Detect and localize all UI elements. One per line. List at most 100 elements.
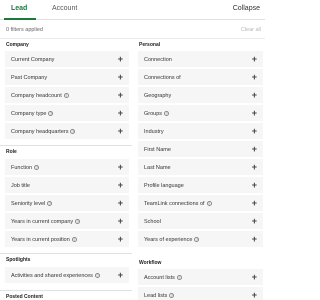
info-icon: ? xyxy=(70,129,76,134)
plus-icon[interactable]: + xyxy=(252,90,257,100)
filter-connection[interactable]: Connection + xyxy=(137,50,264,68)
filter-label: Lead lists? xyxy=(144,293,175,299)
plus-icon[interactable]: + xyxy=(252,272,257,282)
collapse-button[interactable]: Collapse xyxy=(233,5,260,12)
plus-icon[interactable]: + xyxy=(118,108,123,118)
info-icon: ? xyxy=(169,293,175,298)
filter-connections-of[interactable]: Connections of + xyxy=(137,68,264,86)
plus-icon[interactable]: + xyxy=(118,180,123,190)
filter-profile-language[interactable]: Profile language + xyxy=(137,176,264,194)
section-title-role: Role xyxy=(6,149,17,155)
info-icon: ? xyxy=(194,237,200,242)
filter-company-type[interactable]: Company type? + xyxy=(4,104,130,122)
info-icon: ? xyxy=(176,275,182,280)
filter-years-in-current-company[interactable]: Years in current company? + xyxy=(4,212,130,230)
filter-label: Account lists? xyxy=(144,275,182,281)
info-icon: ? xyxy=(47,201,53,206)
filter-years-of-experience[interactable]: Years of experience? + xyxy=(137,230,264,248)
filters-bar: 0 filters applied Clear all xyxy=(0,20,265,39)
filter-school[interactable]: School + xyxy=(137,212,264,230)
filter-label: Connections of xyxy=(144,75,181,81)
info-icon: ? xyxy=(48,111,54,116)
filter-label: TeamLink connections of? xyxy=(144,201,212,207)
section-divider xyxy=(0,145,132,146)
plus-icon[interactable]: + xyxy=(252,234,257,244)
filter-label: Function? xyxy=(11,165,40,171)
section-title-workflow: Workflow xyxy=(139,260,162,266)
filter-label: Last Name xyxy=(144,165,171,171)
plus-icon[interactable]: + xyxy=(252,290,257,300)
filter-label: School xyxy=(144,219,161,225)
plus-icon[interactable]: + xyxy=(118,270,123,280)
filter-seniority-level[interactable]: Seniority level? + xyxy=(4,194,130,212)
plus-icon[interactable]: + xyxy=(252,144,257,154)
filter-geography[interactable]: Geography + xyxy=(137,86,264,104)
filter-label: Company headcount? xyxy=(11,93,69,99)
plus-icon[interactable]: + xyxy=(252,108,257,118)
plus-icon[interactable]: + xyxy=(118,234,123,244)
tab-bar: Lead Account Collapse xyxy=(0,0,265,20)
plus-icon[interactable]: + xyxy=(118,54,123,64)
info-icon: ? xyxy=(206,201,212,206)
section-divider xyxy=(0,253,132,254)
filter-label: Years of experience? xyxy=(144,237,200,243)
plus-icon[interactable]: + xyxy=(118,162,123,172)
filter-label: Profile language xyxy=(144,183,184,189)
filters-applied-count: 0 filters applied xyxy=(6,27,43,33)
info-icon: ? xyxy=(94,273,100,278)
filter-lead-lists[interactable]: Lead lists? + xyxy=(137,286,264,300)
filter-label: Geography xyxy=(144,93,172,99)
filter-label: Current Company xyxy=(11,57,55,63)
filter-current-company[interactable]: Current Company + xyxy=(4,50,130,68)
filter-label: Seniority level? xyxy=(11,201,53,207)
filter-company-headquarters[interactable]: Company headquarters? + xyxy=(4,122,130,140)
clear-all-button[interactable]: Clear all xyxy=(241,27,261,33)
filter-job-title[interactable]: Job title + xyxy=(4,176,130,194)
plus-icon[interactable]: + xyxy=(118,216,123,226)
filter-groups[interactable]: Groups? + xyxy=(137,104,264,122)
plus-icon[interactable]: + xyxy=(252,180,257,190)
filter-industry[interactable]: Industry + xyxy=(137,122,264,140)
plus-icon[interactable]: + xyxy=(252,72,257,82)
filter-label: First Name xyxy=(144,147,171,153)
plus-icon[interactable]: + xyxy=(252,216,257,226)
plus-icon[interactable]: + xyxy=(118,198,123,208)
filter-label: Job title xyxy=(11,183,30,189)
section-title-personal: Personal xyxy=(139,42,161,48)
plus-icon[interactable]: + xyxy=(252,126,257,136)
filter-past-company[interactable]: Past Company + xyxy=(4,68,130,86)
tab-account[interactable]: Account xyxy=(52,5,77,12)
filter-activities-shared-experiences[interactable]: Activities and shared experiences? + xyxy=(4,266,130,284)
tab-lead[interactable]: Lead xyxy=(11,5,27,12)
info-icon: ? xyxy=(34,165,40,170)
filter-teamlink-connections-of[interactable]: TeamLink connections of? + xyxy=(137,194,264,212)
plus-icon[interactable]: + xyxy=(118,72,123,82)
filter-label: Years in current company? xyxy=(11,219,81,225)
plus-icon[interactable]: + xyxy=(252,198,257,208)
info-icon: ? xyxy=(75,219,81,224)
plus-icon[interactable]: + xyxy=(252,162,257,172)
filter-label: Industry xyxy=(144,129,164,135)
filter-label: Company type? xyxy=(11,111,54,117)
section-title-company: Company xyxy=(6,42,29,48)
filter-label: Years in current position? xyxy=(11,237,77,243)
filter-label: Connection xyxy=(144,57,172,63)
filter-account-lists[interactable]: Account lists? + xyxy=(137,268,264,286)
filter-label: Past Company xyxy=(11,75,48,81)
plus-icon[interactable]: + xyxy=(252,54,257,64)
filter-company-headcount[interactable]: Company headcount? + xyxy=(4,86,130,104)
plus-icon[interactable]: + xyxy=(118,90,123,100)
plus-icon[interactable]: + xyxy=(118,126,123,136)
info-icon: ? xyxy=(63,93,69,98)
filter-first-name[interactable]: First Name + xyxy=(137,140,264,158)
info-icon: ? xyxy=(71,237,77,242)
filter-last-name[interactable]: Last Name + xyxy=(137,158,264,176)
section-title-posted-content: Posted Content xyxy=(6,294,43,300)
filter-function[interactable]: Function? + xyxy=(4,158,130,176)
filter-label: Groups? xyxy=(144,111,170,117)
filter-years-in-current-position[interactable]: Years in current position? + xyxy=(4,230,130,248)
filter-label: Company headquarters? xyxy=(11,129,76,135)
section-title-spotlights: Spotlights xyxy=(6,257,31,263)
info-icon: ? xyxy=(164,111,170,116)
section-divider xyxy=(0,290,132,291)
